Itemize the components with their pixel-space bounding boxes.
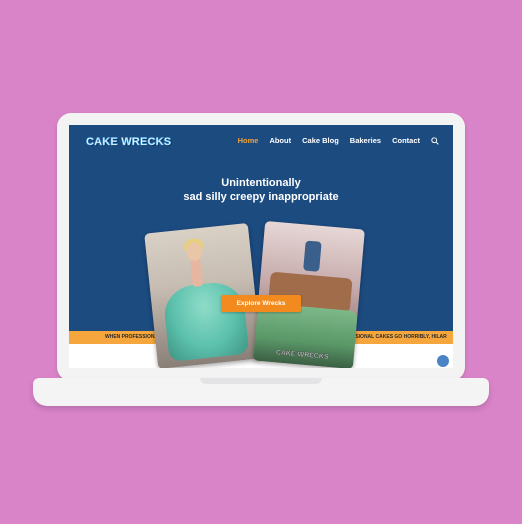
nav-item-home[interactable]: Home xyxy=(238,136,259,145)
nav-item-contact[interactable]: Contact xyxy=(392,136,420,145)
banner-text-right: SSIONAL CAKES GO HORRIBLY, HILAR xyxy=(352,334,447,340)
nav-item-about[interactable]: About xyxy=(269,136,291,145)
doll-dress-shape xyxy=(161,279,250,362)
search-icon[interactable] xyxy=(431,136,439,145)
chat-icon[interactable] xyxy=(437,355,449,367)
cake-topper-shape xyxy=(303,240,322,272)
website-screen: CAKE WRECKS Home About Cake Blog Bakerie… xyxy=(69,125,453,368)
doll-body-shape xyxy=(190,258,203,287)
hero-title: Unintentionally sad silly creepy inappro… xyxy=(69,177,453,204)
hero-line-1: Unintentionally xyxy=(221,177,301,189)
explore-wrecks-button[interactable]: Explore Wrecks xyxy=(221,295,301,312)
laptop-notch xyxy=(200,378,322,384)
main-nav: Home About Cake Blog Bakeries Contact xyxy=(238,136,439,145)
nav-item-cake-blog[interactable]: Cake Blog xyxy=(302,136,339,145)
site-logo[interactable]: CAKE WRECKS xyxy=(86,136,172,149)
nav-item-bakeries[interactable]: Bakeries xyxy=(350,136,381,145)
hero-line-2: sad silly creepy inappropriate xyxy=(183,190,339,203)
